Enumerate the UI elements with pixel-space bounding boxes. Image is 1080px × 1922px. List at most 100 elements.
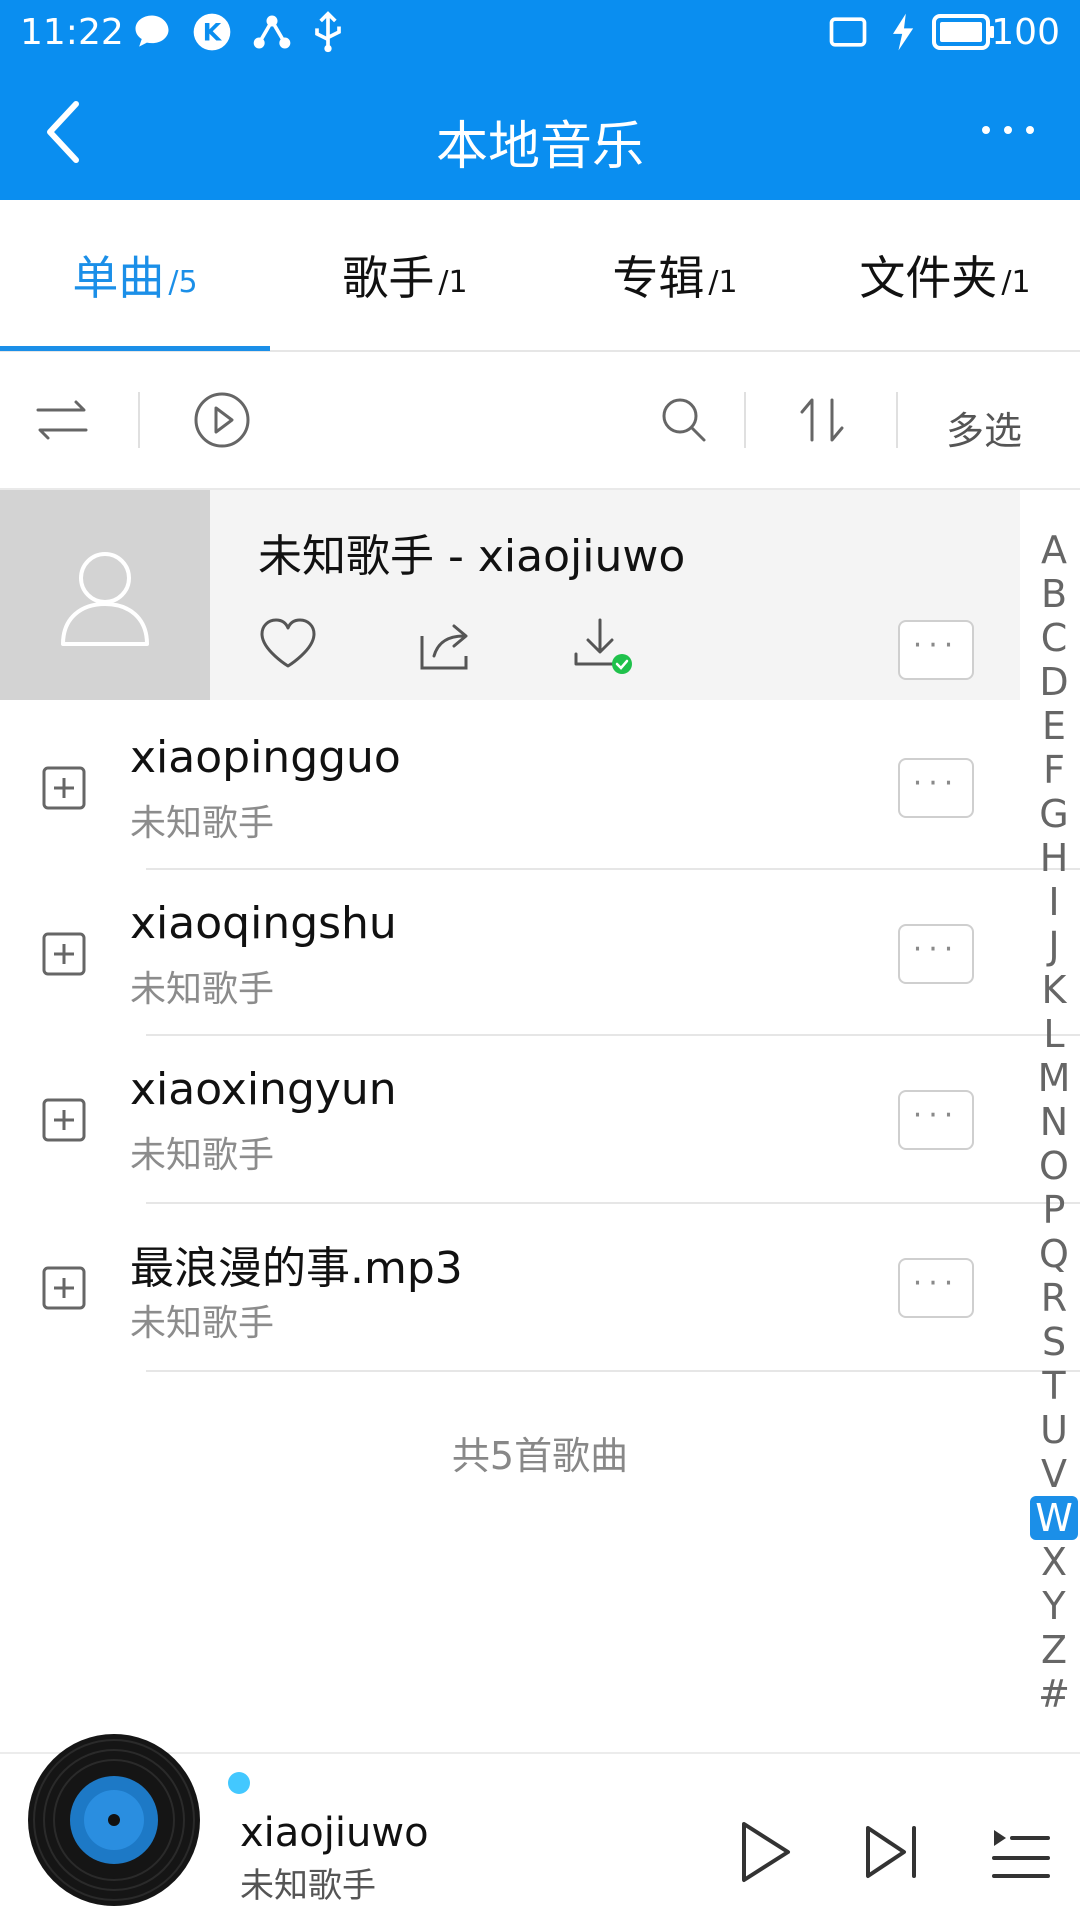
index-letter[interactable]: I	[1030, 880, 1078, 924]
index-letter[interactable]: J	[1030, 924, 1078, 968]
tab-count: /1	[1001, 264, 1031, 300]
status-time: 11:22	[20, 12, 124, 53]
list-toolbar	[0, 352, 1080, 490]
next-icon[interactable]	[856, 1816, 928, 1888]
tab-label: 专辑	[612, 251, 705, 305]
page-title: 本地音乐	[435, 117, 644, 177]
index-letter[interactable]: E	[1030, 704, 1078, 748]
tab-count: /1	[438, 264, 468, 300]
status-bar: 11:22 K 100	[0, 0, 1080, 64]
song-count-footer: 共5首歌曲	[451, 1434, 629, 1478]
shuffle-icon[interactable]	[30, 388, 94, 452]
index-letter[interactable]: P	[1030, 1188, 1078, 1232]
song-more-button[interactable]: ···	[898, 924, 974, 984]
heart-icon[interactable]	[256, 612, 320, 676]
vinyl-record-icon[interactable]	[28, 1734, 200, 1906]
index-letter[interactable]: L	[1030, 1012, 1078, 1056]
row-divider	[146, 1370, 1080, 1372]
tab-count: /5	[168, 264, 198, 300]
battery-percent: 100	[991, 12, 1060, 53]
play-circle-icon[interactable]	[190, 388, 254, 452]
index-letter[interactable]: Z	[1030, 1628, 1078, 1672]
toolbar-divider	[744, 392, 746, 448]
player-song-title: xiaojiuwo	[240, 1810, 429, 1856]
index-letter[interactable]: G	[1030, 792, 1078, 836]
player-song-artist: 未知歌手	[240, 1866, 376, 1906]
artist-avatar	[0, 490, 210, 700]
index-letter[interactable]: K	[1030, 968, 1078, 1012]
song-more-button[interactable]: ···	[898, 758, 974, 818]
add-to-playlist-icon[interactable]	[40, 1096, 88, 1144]
tablet-icon	[829, 17, 867, 47]
tab-label: 歌手	[342, 251, 435, 305]
search-icon[interactable]	[652, 388, 716, 452]
index-letter[interactable]: Y	[1030, 1584, 1078, 1628]
index-letter[interactable]: T	[1030, 1364, 1078, 1408]
share-icon	[253, 15, 291, 49]
more-label: ···	[912, 765, 960, 801]
index-letter[interactable]: V	[1030, 1452, 1078, 1496]
more-label: ···	[912, 1265, 960, 1301]
index-letter[interactable]: U	[1030, 1408, 1078, 1452]
index-letter[interactable]: A	[1030, 528, 1078, 572]
more-label: ···	[912, 931, 960, 967]
index-letter[interactable]: S	[1030, 1320, 1078, 1364]
index-letter[interactable]: C	[1030, 616, 1078, 660]
more-label: ···	[912, 627, 960, 663]
category-tabs: 单曲 /5 歌手 /1 专辑 /1 文件夹 /1	[0, 200, 1080, 352]
song-title: xiaopingguo	[130, 732, 401, 783]
index-letter[interactable]: F	[1030, 748, 1078, 792]
tab-singles[interactable]: 单曲 /5	[0, 200, 270, 350]
song-more-button[interactable]: ···	[898, 1258, 974, 1318]
add-to-playlist-icon[interactable]	[40, 764, 88, 812]
selected-song-title: 未知歌手 - xiaojiuwo	[258, 531, 686, 582]
progress-dot[interactable]	[228, 1772, 250, 1794]
song-row[interactable]: xiaoxingyun 未知歌手 ···	[0, 1036, 1020, 1204]
alphabet-index[interactable]: A B C D E F G H I J K L M N O P Q R S T U V W X Y Z #	[1030, 528, 1078, 1716]
multi-select-button[interactable]: 多选	[946, 400, 1022, 455]
tab-folders[interactable]: 文件夹 /1	[810, 200, 1080, 350]
toolbar-divider	[896, 392, 898, 448]
index-letter[interactable]: #	[1030, 1672, 1078, 1716]
index-letter[interactable]: X	[1030, 1540, 1078, 1584]
tab-albums[interactable]: 专辑 /1	[540, 200, 810, 350]
tab-label: 文件夹	[859, 251, 998, 305]
index-letter[interactable]: N	[1030, 1100, 1078, 1144]
playlist-icon[interactable]	[984, 1816, 1056, 1888]
song-row[interactable]: xiaoqingshu 未知歌手 ···	[0, 870, 1020, 1038]
index-letter[interactable]: Q	[1030, 1232, 1078, 1276]
svg-text:K: K	[203, 18, 223, 46]
song-row[interactable]: xiaopingguo 未知歌手 ···	[0, 702, 1020, 870]
index-letter[interactable]: B	[1030, 572, 1078, 616]
song-row[interactable]: 最浪漫的事.mp3 未知歌手 ···	[0, 1204, 1020, 1372]
index-letter[interactable]: H	[1030, 836, 1078, 880]
song-title: 最浪漫的事.mp3	[130, 1243, 463, 1294]
add-to-playlist-icon[interactable]	[40, 1264, 88, 1312]
sort-icon[interactable]	[790, 388, 854, 452]
more-horizontal-icon[interactable]	[976, 110, 1040, 150]
toolbar-divider	[138, 392, 140, 448]
downloaded-icon[interactable]	[570, 612, 634, 676]
song-title: xiaoxingyun	[130, 1064, 397, 1115]
song-artist: 未知歌手	[130, 1135, 275, 1176]
index-letter[interactable]: D	[1030, 660, 1078, 704]
tab-label: 单曲	[72, 251, 165, 305]
play-icon[interactable]	[728, 1816, 800, 1888]
tab-count: /1	[708, 264, 738, 300]
active-tab-indicator	[0, 346, 270, 351]
song-artist: 未知歌手	[130, 969, 275, 1010]
index-letter[interactable]: R	[1030, 1276, 1078, 1320]
usb-icon	[315, 11, 341, 53]
selected-song-more-button[interactable]: ···	[898, 620, 974, 680]
index-letter[interactable]: M	[1030, 1056, 1078, 1100]
k-icon: K	[193, 13, 231, 51]
share-icon[interactable]	[414, 612, 478, 676]
chat-icon	[135, 15, 169, 47]
add-to-playlist-icon[interactable]	[40, 930, 88, 978]
index-letter[interactable]: O	[1030, 1144, 1078, 1188]
tab-artists[interactable]: 歌手 /1	[270, 200, 540, 350]
song-artist: 未知歌手	[130, 803, 275, 844]
song-more-button[interactable]: ···	[898, 1090, 974, 1150]
charging-icon	[893, 13, 914, 51]
index-letter[interactable]: W	[1030, 1496, 1078, 1540]
